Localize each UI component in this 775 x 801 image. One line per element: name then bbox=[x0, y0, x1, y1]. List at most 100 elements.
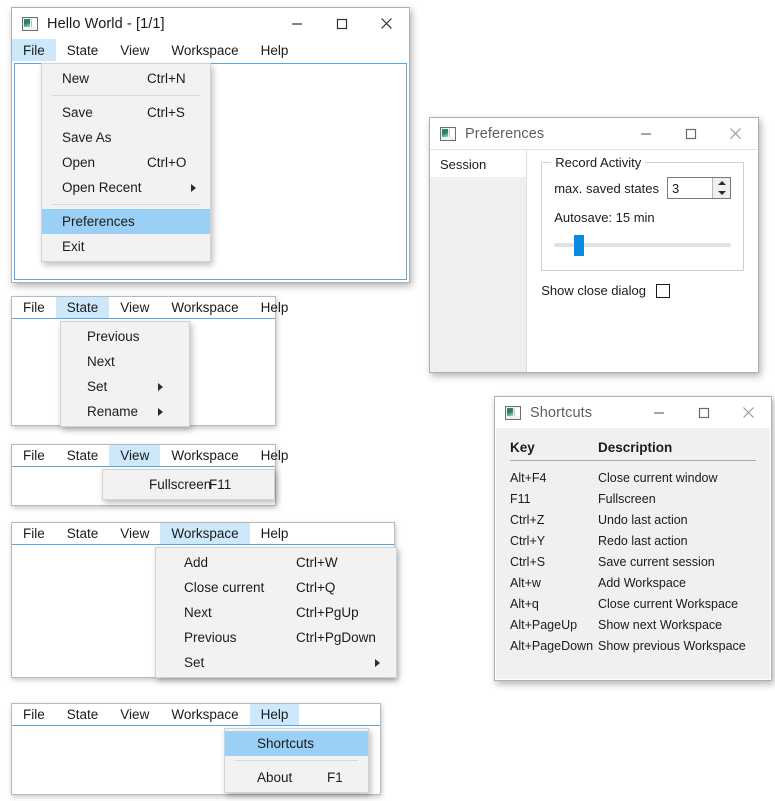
menu-item-previous[interactable]: Previous bbox=[61, 324, 189, 349]
autosave-slider[interactable] bbox=[554, 234, 731, 256]
menu-item-save-as[interactable]: Save As bbox=[42, 125, 210, 150]
menubar-item-help[interactable]: Help bbox=[250, 523, 300, 544]
menubar-item-help[interactable]: Help bbox=[249, 704, 300, 725]
menubar-item-view[interactable]: View bbox=[109, 297, 160, 318]
shortcut-description: Undo last action bbox=[598, 512, 688, 527]
menu-item-label: About bbox=[257, 770, 293, 785]
menubar-item-label: File bbox=[23, 300, 45, 315]
menubar-item-workspace[interactable]: Workspace bbox=[160, 704, 249, 725]
menu-item-accelerator: F1 bbox=[327, 770, 343, 785]
menu-item-preferences[interactable]: Preferences bbox=[42, 209, 210, 234]
workspace-dropdown-menu: Add Ctrl+W Close current Ctrl+Q Next Ctrl+PgU… bbox=[155, 547, 397, 678]
menubar-item-help[interactable]: Help bbox=[250, 39, 300, 61]
shortcuts-column-description: Description bbox=[598, 440, 673, 455]
show-close-dialog-label: Show close dialog bbox=[541, 283, 647, 298]
menu-item-save[interactable]: Save Ctrl+S bbox=[42, 100, 210, 125]
menu-item-next[interactable]: Next Ctrl+PgUp bbox=[156, 600, 396, 625]
menubar-item-state[interactable]: State bbox=[56, 704, 110, 725]
menu-item-exit[interactable]: Exit bbox=[42, 234, 210, 259]
menubar-item-file[interactable]: File bbox=[12, 523, 56, 544]
spinner-buttons bbox=[712, 178, 730, 198]
spinner-down-icon[interactable] bbox=[713, 188, 730, 198]
shortcut-description: Show next Workspace bbox=[598, 617, 723, 632]
menu-item-close-current[interactable]: Close current Ctrl+Q bbox=[156, 575, 396, 600]
menubar-item-workspace[interactable]: Workspace bbox=[160, 297, 249, 318]
menubar-item-label: View bbox=[120, 707, 150, 722]
close-icon[interactable] bbox=[713, 118, 758, 149]
menu-item-accelerator: Ctrl+O bbox=[147, 155, 187, 170]
max-saved-states-value[interactable]: 3 bbox=[668, 178, 712, 198]
screen-root: Hello World - [1/1] File State View Workspa… bbox=[0, 0, 775, 801]
minimize-icon[interactable] bbox=[636, 397, 681, 428]
menubar-item-workspace[interactable]: Workspace bbox=[160, 523, 250, 544]
shortcut-description: Fullscreen bbox=[598, 491, 656, 506]
menu-item-new[interactable]: New Ctrl+N bbox=[42, 66, 210, 91]
preferences-window: Preferences Session Record Activity max.… bbox=[429, 117, 759, 373]
menu-item-add[interactable]: Add Ctrl+W bbox=[156, 550, 396, 575]
maximize-icon[interactable] bbox=[668, 118, 713, 149]
shortcut-description: Save current session bbox=[598, 554, 715, 569]
shortcuts-table-row: Alt+w Add Workspace bbox=[510, 572, 756, 593]
minimize-icon[interactable] bbox=[274, 8, 319, 39]
menubar-item-view[interactable]: View bbox=[109, 523, 160, 544]
menu-item-label: Next bbox=[184, 605, 212, 620]
menu-item-label: Shortcuts bbox=[257, 736, 315, 751]
menubar-item-workspace[interactable]: Workspace bbox=[160, 445, 249, 466]
shortcut-description: Close current window bbox=[598, 470, 718, 485]
menubar-item-file[interactable]: File bbox=[12, 39, 56, 61]
preferences-titlebar[interactable]: Preferences bbox=[430, 118, 758, 149]
close-icon[interactable] bbox=[364, 8, 409, 39]
menu-item-accelerator: Ctrl+PgDown bbox=[296, 630, 376, 645]
menubar-item-state[interactable]: State bbox=[56, 523, 110, 544]
shortcuts-window-controls bbox=[636, 397, 771, 428]
menu-item-set[interactable]: Set bbox=[156, 650, 396, 675]
menu-item-next[interactable]: Next bbox=[61, 349, 189, 374]
maximize-icon[interactable] bbox=[681, 397, 726, 428]
menu-item-fullscreen[interactable]: Fullscreen F11 bbox=[103, 472, 274, 497]
shortcuts-table-row: Ctrl+Y Redo last action bbox=[510, 530, 756, 551]
menubar-item-workspace[interactable]: Workspace bbox=[160, 39, 249, 61]
menu-item-accelerator: Ctrl+S bbox=[147, 105, 185, 120]
menu-item-rename[interactable]: Rename bbox=[61, 399, 189, 424]
menubar-item-file[interactable]: File bbox=[12, 297, 56, 318]
menu-item-about[interactable]: About F1 bbox=[225, 765, 368, 790]
minimize-icon[interactable] bbox=[623, 118, 668, 149]
menu-item-shortcuts[interactable]: Shortcuts bbox=[225, 731, 368, 756]
main-window-titlebar[interactable]: Hello World - [1/1] bbox=[12, 8, 409, 39]
menubar-item-state[interactable]: State bbox=[56, 445, 110, 466]
spinner-up-icon[interactable] bbox=[713, 178, 730, 188]
menubar-item-state[interactable]: State bbox=[56, 39, 110, 61]
menu-item-open-recent[interactable]: Open Recent bbox=[42, 175, 210, 200]
menubar-item-label: State bbox=[66, 300, 99, 315]
menubar-item-help[interactable]: Help bbox=[250, 297, 300, 318]
max-saved-states-spinbox[interactable]: 3 bbox=[667, 177, 731, 199]
autosave-slider-thumb[interactable] bbox=[574, 235, 585, 256]
app-window-icon bbox=[505, 405, 521, 420]
menubar-item-label: State bbox=[66, 448, 99, 463]
menu-item-open[interactable]: Open Ctrl+O bbox=[42, 150, 210, 175]
menubar-item-view[interactable]: View bbox=[109, 39, 160, 61]
show-close-dialog-checkbox[interactable] bbox=[656, 283, 671, 298]
menubar-item-help[interactable]: Help bbox=[250, 445, 300, 466]
shortcut-key: Ctrl+S bbox=[510, 554, 546, 569]
menubar-item-view[interactable]: View bbox=[109, 704, 160, 725]
maximize-icon[interactable] bbox=[319, 8, 364, 39]
menu-item-label: Save As bbox=[62, 130, 112, 145]
menubar-item-view[interactable]: View bbox=[109, 445, 161, 466]
preferences-nav-list: Session bbox=[430, 150, 528, 372]
autosave-label: Autosave: 15 min bbox=[554, 210, 655, 225]
menubar-item-label: Help bbox=[260, 448, 289, 463]
menu-item-previous[interactable]: Previous Ctrl+PgDown bbox=[156, 625, 396, 650]
preferences-nav-item-session[interactable]: Session bbox=[430, 150, 527, 177]
close-icon[interactable] bbox=[726, 397, 771, 428]
shortcuts-table-row: Alt+q Close current Workspace bbox=[510, 593, 756, 614]
shortcut-description: Close current Workspace bbox=[598, 596, 739, 611]
menu-item-label: Fullscreen bbox=[149, 477, 212, 492]
menubar-item-file[interactable]: File bbox=[12, 445, 56, 466]
menubar-item-label: Workspace bbox=[171, 300, 239, 315]
menubar-item-file[interactable]: File bbox=[12, 704, 56, 725]
menu-item-set[interactable]: Set bbox=[61, 374, 189, 399]
shortcuts-titlebar[interactable]: Shortcuts bbox=[495, 397, 771, 428]
menubar-item-label: File bbox=[23, 42, 45, 58]
menubar-item-state[interactable]: State bbox=[55, 297, 110, 318]
